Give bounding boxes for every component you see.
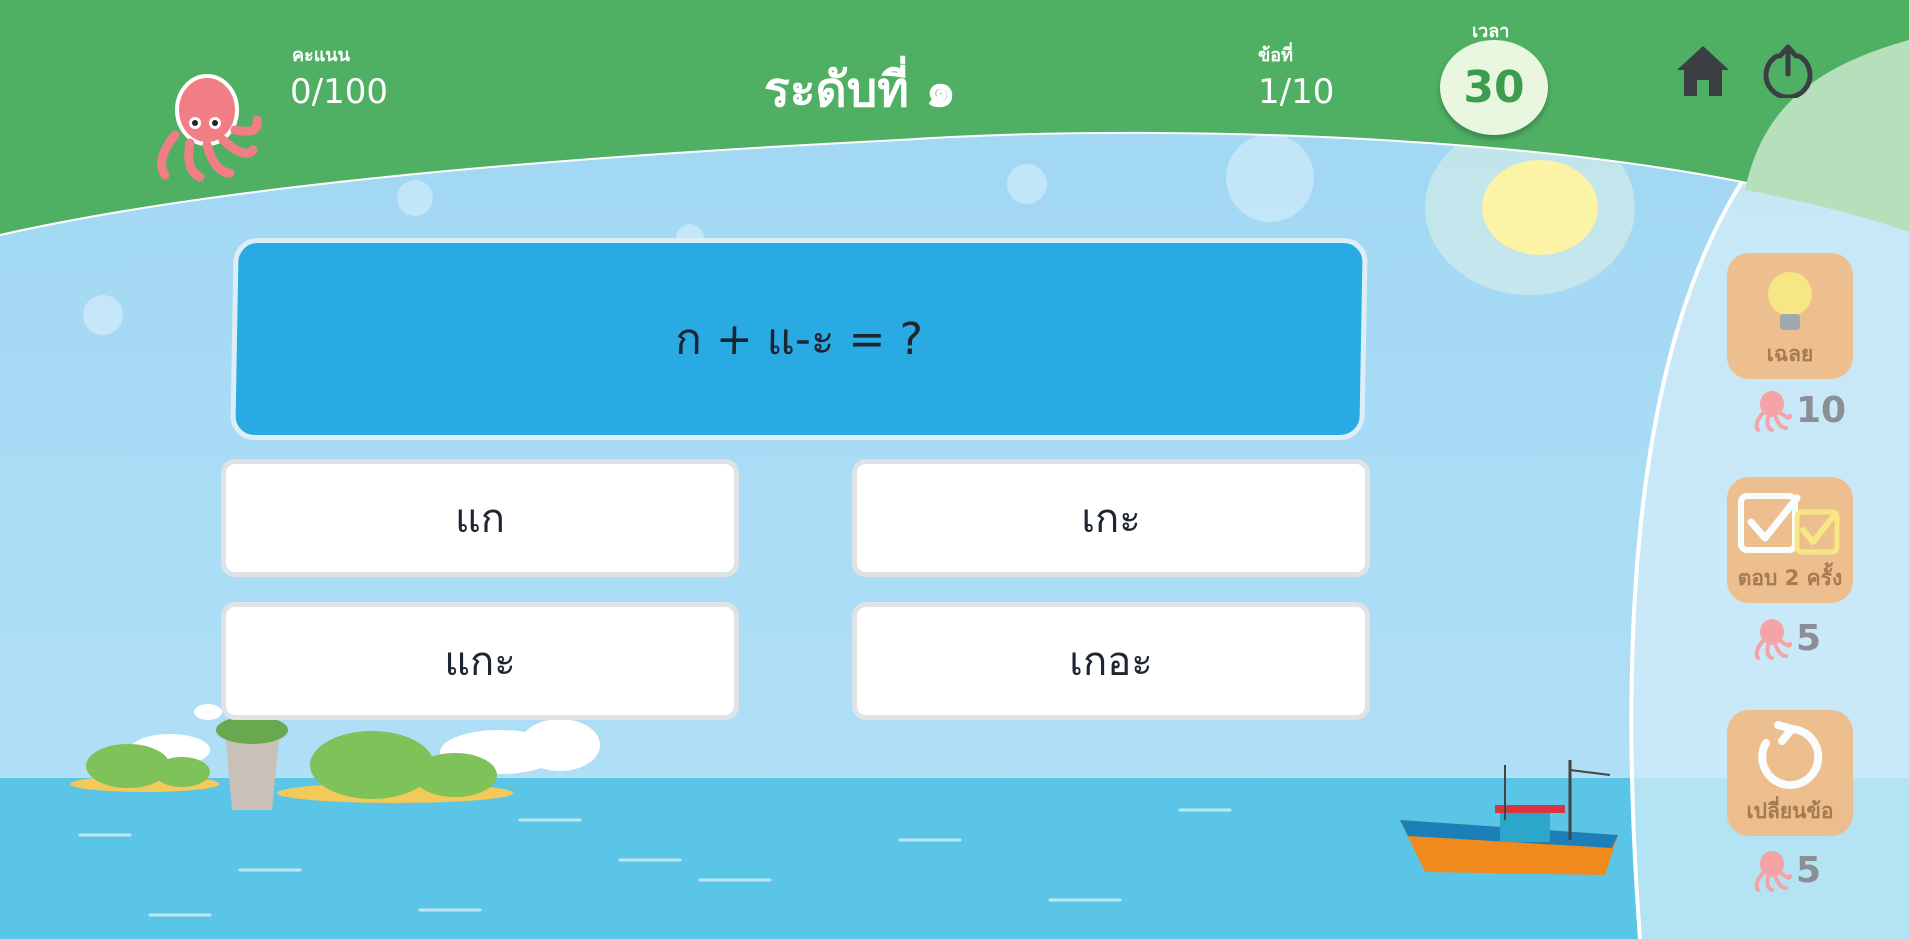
answer-option-label: เกะ <box>1081 496 1141 542</box>
answer-option-1[interactable]: แก <box>221 459 739 577</box>
islands <box>70 716 513 810</box>
answer-option-label: แกะ <box>444 639 516 685</box>
answer-option-label: เกอะ <box>1069 639 1153 685</box>
lightbulb-icon <box>1768 272 1812 330</box>
change-question-button[interactable]: เปลี่ยนข้อ <box>1727 710 1853 836</box>
answer-option-3[interactable]: แกะ <box>221 602 739 720</box>
answer-twice-cost: 5 <box>1748 616 1821 660</box>
question-text: ก + แ-ะ = ? <box>674 314 924 365</box>
refresh-icon <box>1758 721 1823 789</box>
squid-coin-icon <box>1754 391 1792 432</box>
powerup-label: ตอบ 2 ครั้ง <box>1737 566 1843 590</box>
change-question-cost: 5 <box>1748 848 1821 892</box>
score-label: คะแนน <box>292 45 350 66</box>
squid-mascot-icon <box>157 74 262 182</box>
answer-option-label: แก <box>455 496 505 542</box>
question-number-label: ข้อที่ <box>1258 45 1293 66</box>
powerup-label: เปลี่ยนข้อ <box>1746 799 1834 823</box>
answer-twice-button[interactable]: ตอบ 2 ครั้ง <box>1727 477 1853 603</box>
home-button[interactable] <box>1673 42 1733 100</box>
timer-value: 30 <box>1440 40 1548 135</box>
question-number-value: 1/10 <box>1258 72 1335 112</box>
level-title: ระดับที่ ๑ <box>763 62 957 118</box>
powerup-cost: 5 <box>1796 617 1822 659</box>
score-value: 0/100 <box>290 72 388 112</box>
squid-coin-icon <box>1754 619 1792 660</box>
double-check-icon <box>1738 493 1840 555</box>
squid-coin-icon <box>1754 851 1792 892</box>
reveal-answer-button[interactable]: เฉลย <box>1727 253 1853 379</box>
boat <box>1400 760 1618 875</box>
powerup-cost: 10 <box>1796 389 1847 431</box>
power-exit-icon <box>1763 44 1813 100</box>
reveal-answer-cost: 10 <box>1748 388 1846 432</box>
answer-option-2[interactable]: เกะ <box>852 459 1370 577</box>
powerup-label: เฉลย <box>1766 342 1814 366</box>
wave-lines <box>78 808 1232 917</box>
powerup-cost: 5 <box>1796 849 1822 891</box>
answer-option-4[interactable]: เกอะ <box>852 602 1370 720</box>
home-icon <box>1677 46 1729 96</box>
exit-button[interactable] <box>1760 42 1816 100</box>
question-card: ก + แ-ะ = ? <box>230 238 1368 440</box>
